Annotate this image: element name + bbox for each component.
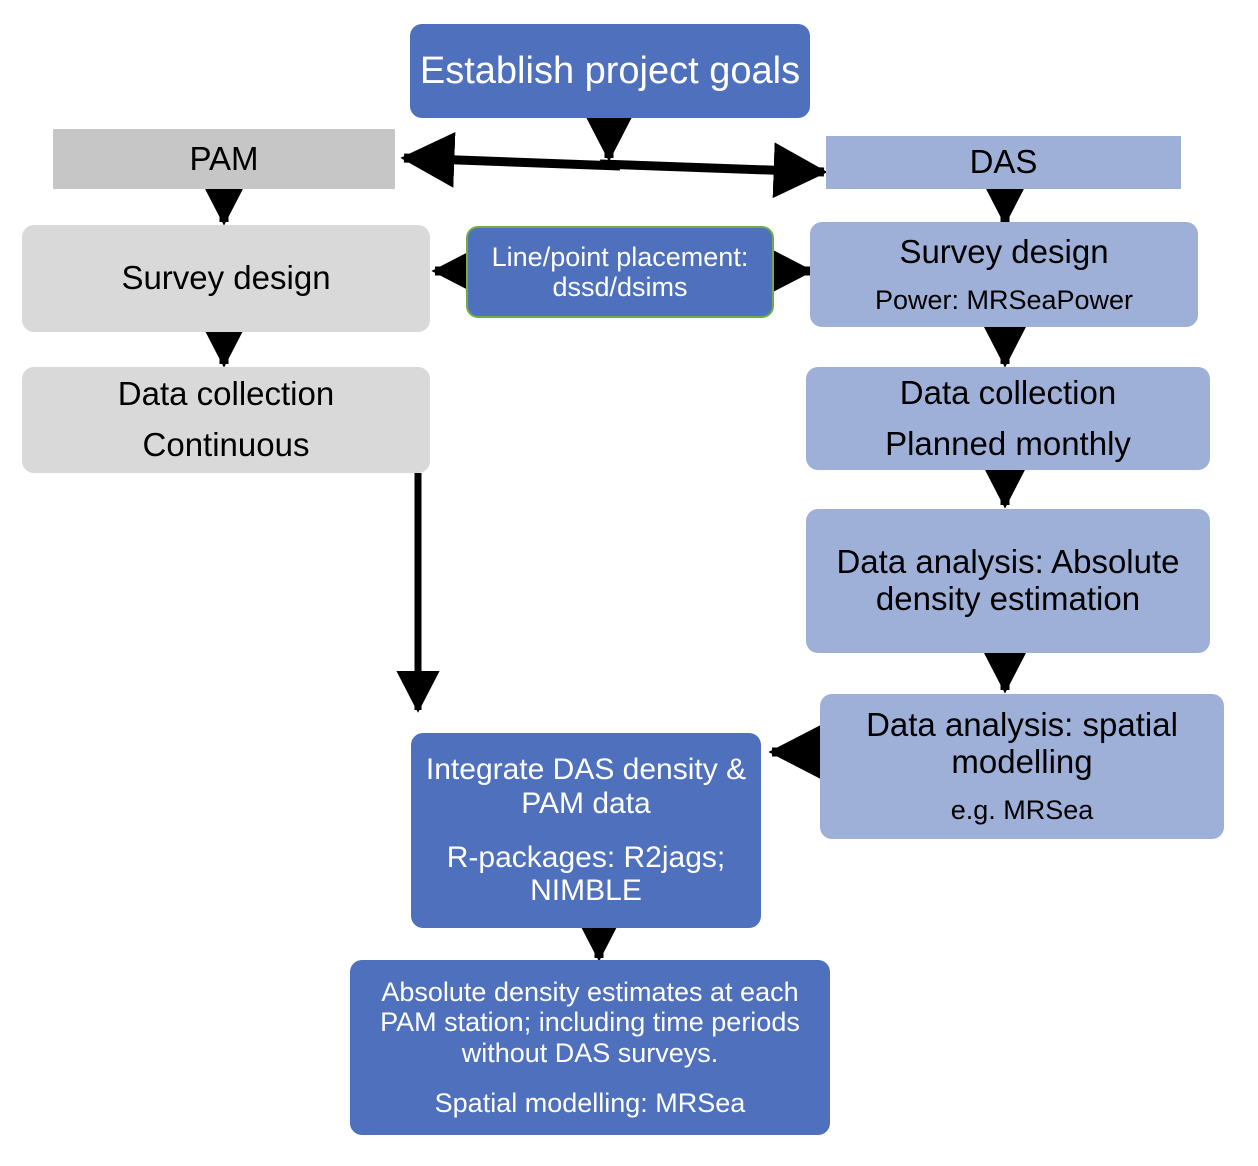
node-label: Establish project goals <box>419 49 801 92</box>
node-integrate-das-pam[interactable]: Integrate DAS density & PAM data R-packa… <box>411 733 761 928</box>
node-label-line2: PAM station; including time periods <box>380 1007 800 1038</box>
node-label-line3: without DAS surveys. <box>461 1037 719 1068</box>
node-label-line3: e.g. MRSea <box>950 795 1094 826</box>
node-label-line2: Planned monthly <box>885 424 1131 462</box>
node-label-line2: modelling <box>951 743 1093 781</box>
node-label: PAM <box>189 139 259 177</box>
node-pam-header[interactable]: PAM <box>53 129 395 189</box>
flowchart-canvas: Establish project goals PAM DAS Survey d… <box>0 0 1258 1166</box>
node-das-header[interactable]: DAS <box>826 136 1181 189</box>
node-label-line1: Line/point placement: <box>491 241 749 272</box>
connector-split-to-das <box>599 142 828 199</box>
node-label-line1: Data collection <box>899 373 1117 411</box>
node-das-spatial-modelling[interactable]: Data analysis: spatial modelling e.g. MR… <box>820 694 1224 839</box>
node-label-line1: Data analysis: spatial <box>866 706 1178 744</box>
node-label-line1: Data collection <box>117 375 335 413</box>
node-label-line1: Integrate DAS density & <box>425 753 747 787</box>
node-establish-project-goals[interactable]: Establish project goals <box>410 24 810 118</box>
node-label: DAS <box>969 143 1038 181</box>
node-label-line1: Data analysis: Absolute <box>836 543 1180 581</box>
node-label-line1: Survey design <box>899 232 1109 270</box>
node-das-survey-design[interactable]: Survey design Power: MRSeaPower <box>810 222 1198 327</box>
node-das-absolute-density[interactable]: Data analysis: Absolute density estimati… <box>806 509 1210 653</box>
node-label-line1: Absolute density estimates at each <box>381 977 799 1008</box>
node-label-line4: Spatial modelling: MRSea <box>434 1087 746 1118</box>
node-label-line4: NIMBLE <box>530 874 642 908</box>
node-pam-survey-design[interactable]: Survey design <box>22 225 430 332</box>
node-label-line2: Power: MRSeaPower <box>874 284 1134 315</box>
node-label-line2: Continuous <box>142 426 310 463</box>
node-label-line2: density estimation <box>875 580 1141 617</box>
node-label-line2: dssd/dsims <box>552 272 688 302</box>
node-das-data-collection[interactable]: Data collection Planned monthly <box>806 367 1210 470</box>
node-line-point-placement[interactable]: Line/point placement: dssd/dsims <box>466 226 774 318</box>
connector-split-to-pam <box>400 131 621 188</box>
node-label-line2: PAM data <box>521 786 651 820</box>
node-label-line3: R-packages: R2jags; <box>446 840 726 874</box>
node-output-density-estimates[interactable]: Absolute density estimates at each PAM s… <box>350 960 830 1135</box>
node-label: Survey design <box>121 259 331 297</box>
node-pam-data-collection[interactable]: Data collection Continuous <box>22 367 430 473</box>
